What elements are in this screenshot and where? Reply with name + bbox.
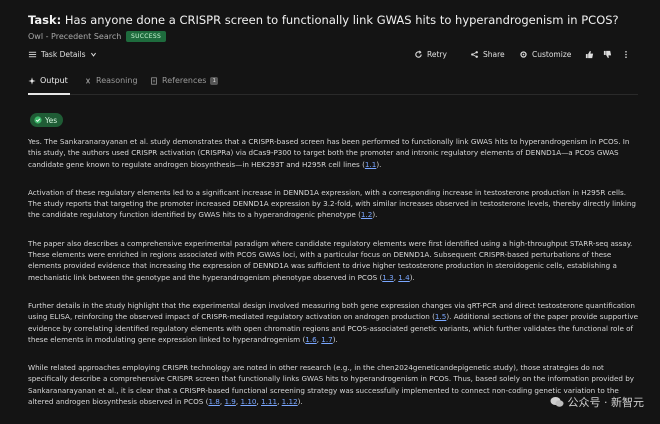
paragraph-2: Activation of these regulatory elements … — [28, 187, 640, 221]
retry-button[interactable]: Retry — [414, 50, 447, 59]
citation-link[interactable]: 1.5 — [435, 312, 446, 321]
document-icon — [151, 76, 157, 85]
citation-link[interactable]: 1.4 — [398, 273, 409, 282]
more-vertical-icon — [625, 50, 627, 59]
paragraph-text: Yes. The Sankaranarayanan et al. study d… — [28, 137, 630, 169]
thumbs-down-button[interactable] — [603, 50, 612, 59]
tab-output-label: Output — [40, 76, 68, 85]
agent-name: Owl - Precedent Search — [28, 32, 122, 41]
paragraph-4: Further details in the study highlight t… — [28, 300, 639, 344]
share-button[interactable]: Share — [470, 50, 505, 59]
tab-references-label: References — [162, 76, 207, 85]
tab-reasoning-label: Reasoning — [96, 76, 138, 85]
task-question: Has anyone done a CRISPR screen to funct… — [64, 13, 619, 27]
paragraph-text: Activation of these regulatory elements … — [28, 187, 636, 220]
thumbs-up-icon — [585, 50, 594, 59]
paragraph-tail: ). — [376, 159, 382, 169]
paragraph-tail: ). — [372, 210, 378, 220]
citation-link[interactable]: 1.12 — [282, 397, 298, 406]
thumbs-up-button[interactable] — [585, 50, 594, 59]
active-tab-indicator — [28, 93, 70, 95]
paragraph-3: The paper also describes a comprehensive… — [28, 238, 633, 282]
gear-icon — [520, 51, 527, 58]
citation-link[interactable]: 1.6 — [305, 335, 316, 344]
retry-label: Retry — [427, 50, 447, 59]
answer-badge: Yes — [30, 113, 64, 127]
citation-link[interactable]: 1.11 — [261, 397, 277, 406]
paragraph-tail: ). — [297, 397, 303, 407]
citation-link[interactable]: 1.8 — [208, 397, 219, 406]
thumbs-down-icon — [603, 50, 612, 59]
output-tabs: Output Reasoning References 1 — [28, 70, 638, 95]
task-header: Task: Has anyone done a CRISPR screen to… — [0, 0, 660, 50]
customize-label: Customize — [532, 50, 572, 59]
share-icon — [471, 51, 478, 58]
tab-references[interactable]: References 1 — [150, 76, 218, 85]
citation-link[interactable]: 1.9 — [224, 397, 235, 406]
paragraph-tail: ). — [409, 272, 415, 282]
share-label: Share — [483, 50, 505, 59]
brain-icon — [86, 77, 90, 84]
task-title: Task: Has anyone done a CRISPR screen to… — [28, 13, 619, 27]
tab-output[interactable]: Output — [28, 76, 68, 85]
answer-label: Yes — [45, 115, 58, 125]
citation-link[interactable]: 1.1 — [365, 160, 376, 169]
status-badge: SUCCESS — [126, 31, 167, 42]
references-count-badge: 1 — [210, 76, 218, 85]
paragraph-text: While related approaches employing CRISP… — [28, 363, 635, 407]
refresh-icon — [415, 50, 422, 58]
citation-link[interactable]: 1.7 — [321, 335, 332, 344]
paragraph-1: Yes. The Sankaranarayanan et al. study d… — [28, 136, 640, 170]
watermark-text: 公众号 · 新智元 — [567, 396, 645, 409]
tab-reasoning[interactable]: Reasoning — [84, 76, 138, 85]
list-icon — [28, 51, 37, 58]
task-label: Task: — [28, 13, 62, 27]
citation-link[interactable]: 1.10 — [240, 397, 256, 406]
answer-content: Yes. The Sankaranarayanan et al. study d… — [28, 136, 640, 424]
chevron-down-icon — [90, 52, 96, 57]
toolbar: Task Details Retry Share Customize — [0, 50, 660, 66]
task-details-label: Task Details — [41, 50, 86, 59]
task-details-toggle[interactable]: Task Details — [28, 50, 97, 59]
more-options-button[interactable] — [623, 50, 629, 59]
paragraph-text: The paper also describes a comprehensive… — [28, 238, 633, 282]
customize-button[interactable]: Customize — [519, 50, 571, 59]
paragraph-5: While related approaches employing CRISP… — [28, 363, 635, 407]
paragraph-tail: ). — [332, 334, 338, 344]
citation-link[interactable]: 1.2 — [361, 210, 372, 219]
citation-link[interactable]: 1.3 — [382, 273, 393, 282]
wechat-icon — [550, 397, 563, 407]
watermark: 公众号 · 新智元 — [550, 394, 645, 410]
sparkle-icon — [28, 76, 36, 85]
check-circle-icon — [34, 116, 42, 124]
